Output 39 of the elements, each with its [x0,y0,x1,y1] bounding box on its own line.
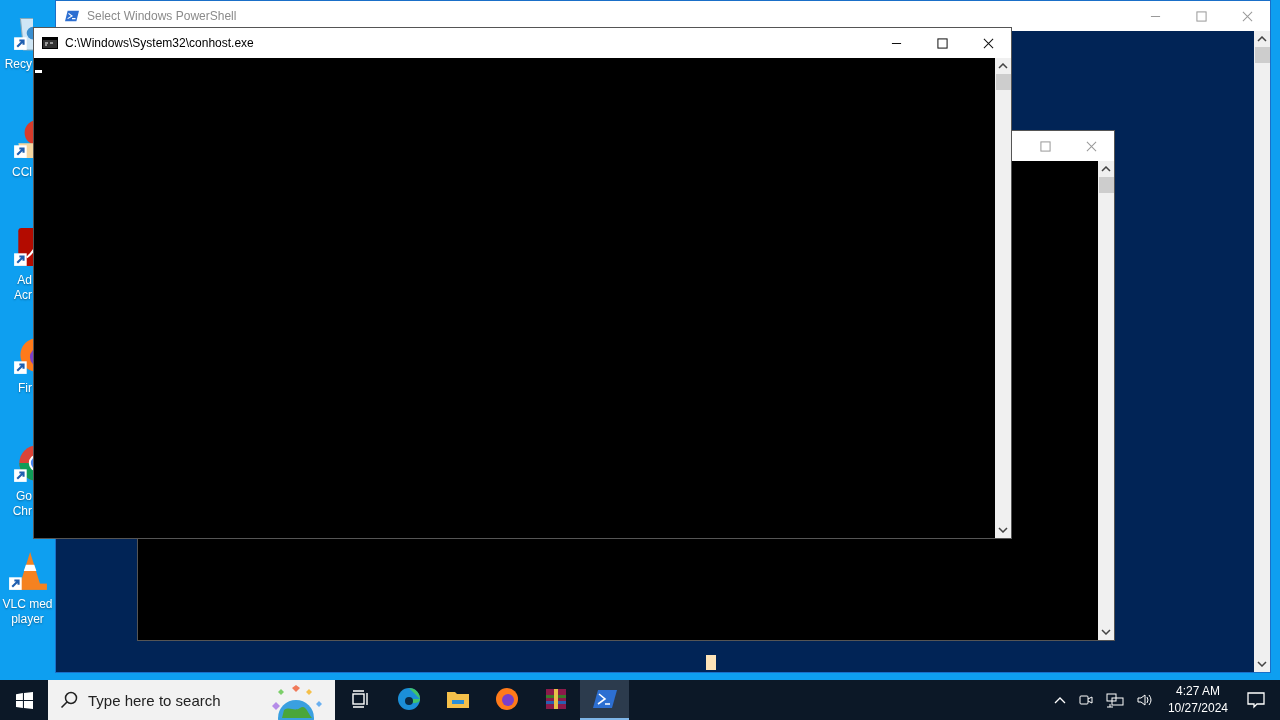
scroll-bar[interactable] [995,58,1011,538]
notification-icon[interactable] [1246,690,1266,710]
search-field[interactable]: Type here to search [86,690,260,710]
archive-icon [543,687,568,711]
window-title: Select Windows PowerShell [87,9,237,23]
clock-date[interactable]: 10/27/2024 [1167,700,1228,717]
close-icon [982,37,994,49]
camera-icon[interactable] [1077,692,1094,708]
desktop-icon-label[interactable]: Go [16,489,33,504]
desktop-icon-label[interactable]: Acr [14,288,33,303]
desktop-icon-label[interactable]: Fir [18,381,33,396]
desktop-icon-label[interactable]: VLC med [2,597,53,612]
network-icon[interactable] [1105,692,1124,708]
desktop-icon-label[interactable]: Ad [17,273,33,288]
pdf-app-icon[interactable] [12,226,33,268]
maximize-icon [936,37,948,49]
edge-icon [396,687,421,711]
powershell-icon [64,9,80,23]
desktop-icon-label[interactable]: Chr [12,504,33,519]
maximize-icon [1195,10,1207,22]
desktop-icon-label[interactable]: player [11,612,44,627]
powershell-button[interactable] [580,680,629,720]
text-cursor [706,655,716,670]
maximize-icon [1039,140,1051,152]
search-icon [60,691,78,709]
search-box[interactable]: Type here to search [48,680,335,720]
volume-icon[interactable] [1135,692,1154,708]
clock-time[interactable]: 4:27 AM [1175,683,1220,700]
close-icon [1241,10,1253,22]
window-title: C:\Windows\System32\conhost.exe [65,36,254,50]
desktop-icon-label[interactable]: CCl [12,165,33,180]
traffic-cone-icon[interactable] [6,550,49,592]
firefox-icon [494,687,519,711]
console-icon [42,36,58,50]
close-icon [1085,140,1097,152]
desktop-icon-label[interactable]: Recy [4,57,33,72]
powershell-icon [592,687,617,711]
windows-logo-icon [15,691,33,709]
caret-icon[interactable] [1053,696,1066,704]
